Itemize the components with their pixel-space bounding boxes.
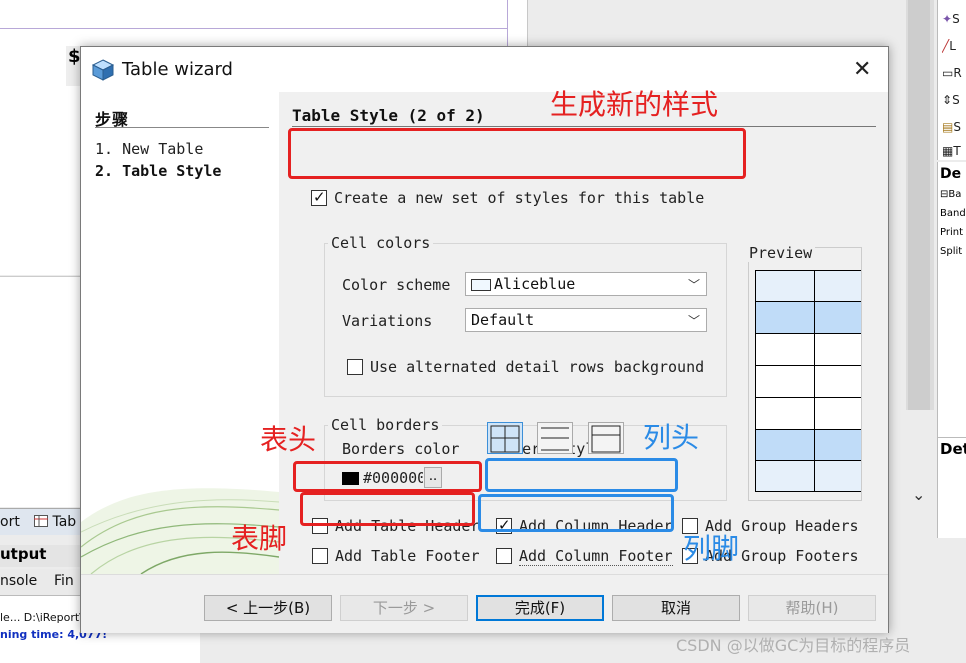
color-scheme-select[interactable]: Aliceblue ﹀	[465, 272, 707, 296]
add-table-footer-checkbox[interactable]	[312, 548, 328, 564]
annotation-box-column-footer	[478, 494, 674, 532]
variations-label: Variations	[342, 312, 433, 330]
grid-horizontal-icon	[541, 427, 569, 451]
canvas-band-line	[0, 28, 507, 29]
tab-table-label: Tab	[52, 514, 77, 530]
cell-borders-title: Cell borders	[328, 416, 443, 434]
dialog-footer: < 上一步(B) 下一步 > 完成(F) 取消 帮助(H)	[81, 574, 888, 633]
annotation-box-table-header	[293, 461, 482, 492]
preview-panel: Preview	[746, 244, 862, 501]
variations-select[interactable]: Default ﹀	[465, 308, 707, 332]
annotation-column-header: 列头	[643, 421, 700, 454]
properties-title: De	[940, 166, 962, 182]
color-scheme-label: Color scheme	[342, 276, 451, 294]
finish-button[interactable]: 完成(F)	[476, 595, 604, 621]
cancel-button[interactable]: 取消	[612, 595, 740, 621]
step-new-table: 1. New Table	[95, 140, 204, 158]
property-row[interactable]: Split	[940, 246, 962, 257]
cell-colors-title: Cell colors	[328, 234, 434, 252]
palette-item[interactable]: ⇕S	[942, 93, 966, 107]
tab-find[interactable]: Fin	[54, 573, 74, 589]
section-divider	[292, 126, 876, 127]
create-styles-label[interactable]: Create a new set of styles for this tabl…	[334, 189, 704, 207]
add-column-footer-label[interactable]: Add Column Footer	[519, 547, 673, 566]
preview-title: Preview	[746, 244, 816, 262]
border-style-outline[interactable]	[588, 422, 624, 454]
table-icon	[34, 515, 48, 527]
cube-icon	[91, 59, 115, 81]
star-icon: ✦	[942, 12, 953, 26]
palette-item[interactable]: ╱L	[942, 39, 966, 53]
next-button[interactable]: 下一步 >	[340, 595, 468, 621]
preview-table	[755, 270, 861, 492]
section-title: Table Style (2 of 2)	[292, 106, 485, 125]
subreport-icon: ▤	[942, 120, 954, 134]
variations-value: Default	[471, 311, 535, 329]
color-scheme-value: Aliceblue	[494, 275, 576, 293]
borders-color-label: Borders color	[342, 440, 460, 458]
palette-panel: ✦S ╱L ▭R ⇕S ▤S ▦T	[937, 0, 966, 160]
step-table-style: 2. Table Style	[95, 162, 222, 180]
tab-table[interactable]: Tab	[34, 514, 76, 530]
description-panel: Det	[937, 437, 966, 538]
watermark: CSDN @以做GC为目标的程序员	[676, 636, 911, 655]
palette-scroll-thumb[interactable]	[908, 0, 930, 410]
arrows-icon: ⇕	[942, 93, 953, 107]
description-title: Det	[940, 440, 966, 458]
add-table-footer-label[interactable]: Add Table Footer	[335, 547, 480, 565]
property-row[interactable]: Band	[940, 208, 966, 219]
palette-item[interactable]: ▦T	[942, 144, 966, 158]
annotation-box-table-footer	[300, 492, 475, 526]
help-button[interactable]: 帮助(H)	[748, 595, 876, 621]
property-row[interactable]: ⊟Ba	[940, 189, 961, 200]
annotation-box-create-styles	[288, 128, 746, 179]
grid-all-icon	[490, 425, 520, 453]
close-icon[interactable]: ✕	[853, 57, 871, 82]
annotation-table-header: 表头	[260, 423, 317, 456]
palette-item[interactable]: ▤S	[942, 120, 966, 134]
alternated-rows-checkbox[interactable]	[347, 359, 363, 375]
add-column-footer-checkbox[interactable]	[496, 548, 512, 564]
chevron-down-icon[interactable]: ⌄	[912, 485, 925, 504]
border-style-all[interactable]	[487, 422, 523, 454]
canvas-lower-area	[0, 276, 80, 507]
steps-panel: 步骤 1. New Table 2. Table Style	[81, 92, 279, 574]
rectangle-icon: ▭	[942, 66, 954, 80]
chevron-down-icon: ﹀	[687, 278, 700, 292]
properties-panel: De ⊟Ba Band Print Split	[937, 162, 966, 437]
output-tabs: nsole Fin	[0, 569, 80, 596]
output-panel-title: utput	[0, 545, 80, 567]
back-button[interactable]: < 上一步(B)	[204, 595, 332, 621]
palette-item[interactable]: ▭R	[942, 66, 966, 80]
dialog-titlebar[interactable]: Table wizard ✕	[81, 47, 888, 92]
right-gutter	[888, 0, 908, 663]
grid-outline-icon	[591, 425, 621, 453]
steps-divider	[95, 127, 269, 128]
dialog-title: Table wizard	[122, 59, 233, 80]
table-icon: ▦	[942, 144, 954, 158]
property-row[interactable]: Print	[940, 227, 963, 238]
border-style-horizontal[interactable]	[537, 422, 573, 454]
editor-tabs: ort Tab	[0, 508, 80, 535]
color-swatch	[471, 279, 491, 291]
create-styles-checkbox[interactable]	[311, 188, 327, 206]
console-line: le... D:\iReport\	[0, 611, 83, 624]
tab-report[interactable]: ort	[0, 514, 20, 530]
chevron-down-icon: ﹀	[687, 314, 700, 328]
annotation-box-column-header	[485, 458, 678, 492]
palette-item[interactable]: ✦S	[942, 12, 966, 26]
annotation-table-footer: 表脚	[231, 522, 288, 555]
tab-console[interactable]: nsole	[0, 573, 37, 589]
annotation-column-footer: 列脚	[683, 532, 740, 565]
alternated-rows-label[interactable]: Use alternated detail rows background	[370, 358, 704, 376]
annotation-new-style: 生成新的样式	[550, 88, 719, 121]
